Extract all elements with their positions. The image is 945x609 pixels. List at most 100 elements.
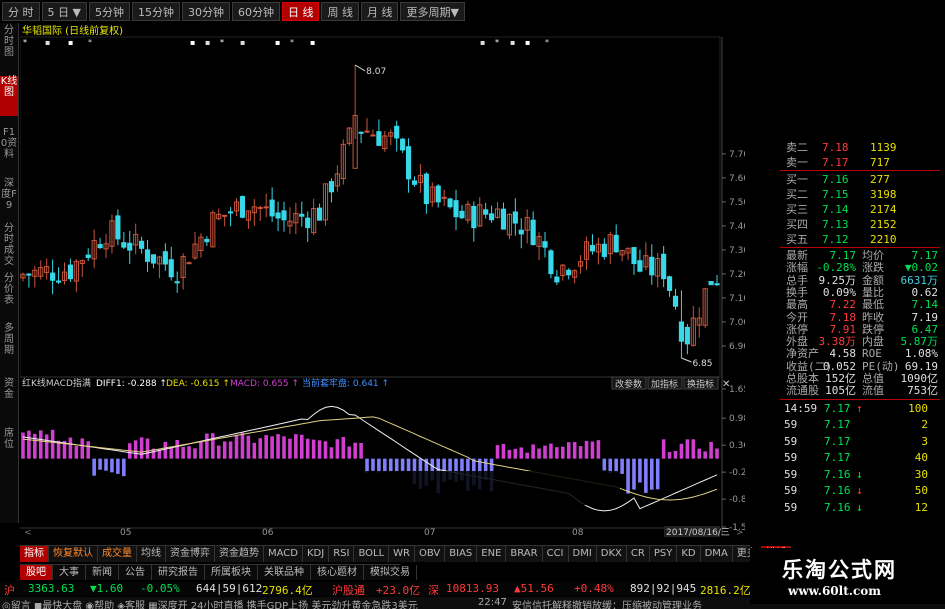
indicator-tab-6[interactable]: MACD xyxy=(264,546,303,562)
macd-bar xyxy=(596,440,601,459)
indicator-tab-19[interactable]: PSY xyxy=(650,546,678,562)
scroll-right-icon[interactable]: > xyxy=(736,528,744,538)
news-tab-8[interactable]: 模拟交易 xyxy=(364,565,417,580)
news-tab-4[interactable]: 研究报告 xyxy=(152,565,205,580)
left-tab-2[interactable]: F10资料 xyxy=(0,127,18,171)
news-tab-5[interactable]: 所属板块 xyxy=(205,565,258,580)
indicator-tab-0[interactable]: 指标 xyxy=(20,546,49,562)
stat-label: 总手 xyxy=(786,273,808,287)
macd-bar xyxy=(667,452,672,459)
ask-label: 卖二 xyxy=(786,141,808,154)
news-tab-2[interactable]: 新闻 xyxy=(86,565,119,580)
news-tab-6[interactable]: 关联品种 xyxy=(258,565,311,580)
indicator-tab-20[interactable]: KD xyxy=(677,546,701,562)
event-marker: * xyxy=(88,38,92,47)
candle-body xyxy=(150,254,157,264)
news-tab-3[interactable]: 公告 xyxy=(119,565,152,580)
left-tab-5[interactable]: 分价表 xyxy=(0,273,18,313)
event-marker: * xyxy=(23,38,27,47)
indicator-tab-7[interactable]: KDJ xyxy=(303,546,330,562)
indicator-tab-4[interactable]: 资金博弈 xyxy=(166,546,215,562)
period-button-1[interactable]: 5 日 ▼ xyxy=(41,2,87,21)
indicator-tab-5[interactable]: 资金趋势 xyxy=(215,546,264,562)
macd-bar xyxy=(193,448,197,459)
tick-time: 59 xyxy=(784,451,798,465)
sz-index-amount: 2816.2亿 xyxy=(700,584,751,597)
hgt-label[interactable]: 沪股通 xyxy=(332,582,365,598)
left-tab-1[interactable]: K线图 xyxy=(0,76,18,116)
left-tab-6[interactable]: 多周期 xyxy=(0,323,18,367)
event-marker: * xyxy=(290,38,294,47)
macd-bar xyxy=(394,458,399,471)
indicator-tab-13[interactable]: ENE xyxy=(477,546,507,562)
macd-bar xyxy=(679,443,684,459)
period-button-4[interactable]: 30分钟 xyxy=(181,2,230,21)
macd-bar xyxy=(205,433,209,459)
indicator-tab-18[interactable]: CR xyxy=(627,546,650,562)
candle-body xyxy=(411,180,418,185)
news-tab-0[interactable]: 股吧 xyxy=(20,565,53,580)
extra-label: 当前套牢盘: 0.641 ↑ xyxy=(302,377,389,389)
macd-bar xyxy=(288,438,292,459)
indicator-tab-9[interactable]: BOLL xyxy=(354,546,390,562)
indicator-tab-3[interactable]: 均线 xyxy=(137,546,166,562)
tick-arrow: ↑ xyxy=(856,401,863,415)
stat-value: 7.91 xyxy=(829,322,857,336)
news-tab-7[interactable]: 核心题材 xyxy=(311,565,364,580)
macd-bar xyxy=(584,440,589,459)
macd-bar xyxy=(74,445,79,459)
period-button-6[interactable]: 日 线 xyxy=(281,2,320,21)
indicator-tab-12[interactable]: BIAS xyxy=(445,546,478,562)
kline-macd-chart[interactable]: 华韬国际 (日线前复权) 7.70 7.60 7.50 7.40 7.30 7.20 7.1… xyxy=(19,23,753,538)
macd-bar xyxy=(632,458,636,490)
candle-body xyxy=(358,131,364,134)
indicator-tab-8[interactable]: RSI xyxy=(329,546,355,562)
status-left[interactable]: ◎留言 ◼最快大盘 ◉帮助 ◈客服 ▦深度开 24小时直播 携手GDP上扬 美元… xyxy=(2,597,418,609)
tick-time: 59 xyxy=(784,434,798,448)
stat-value: 7.18 xyxy=(829,310,857,324)
left-tab-0[interactable]: 分时图 xyxy=(0,25,18,65)
indicator-tab-16[interactable]: DMI xyxy=(569,546,597,562)
stat-value: 6.47 xyxy=(911,322,939,336)
chart-area[interactable]: 华韬国际 (日线前复权) 7.70 7.60 7.50 7.40 7.30 7.20 7.1… xyxy=(19,23,753,538)
indicator-tab-1[interactable]: 恢复默认 xyxy=(49,546,98,562)
news-tab-1[interactable]: 大事 xyxy=(53,565,86,580)
left-tab-7[interactable]: 资金 xyxy=(0,378,18,414)
period-button-3[interactable]: 15分钟 xyxy=(131,2,180,21)
period-button-5[interactable]: 60分钟 xyxy=(231,2,280,21)
bid-label: 买二 xyxy=(786,188,808,201)
candle-body xyxy=(299,213,305,217)
candle-body xyxy=(127,242,133,251)
macd-bar xyxy=(626,458,630,494)
left-tab-4[interactable]: 分时成交 xyxy=(0,223,18,267)
left-tab-3[interactable]: 深度F9 xyxy=(0,178,18,214)
period-button-0[interactable]: 分 时 xyxy=(2,2,40,21)
low-label: 6.85 xyxy=(692,359,712,369)
tick-volume: 3 xyxy=(921,434,928,448)
macd-bar xyxy=(335,439,340,459)
scroll-left-icon[interactable]: < xyxy=(24,528,32,538)
macd-bar xyxy=(359,442,363,459)
indicator-tab-2[interactable]: 成交量 xyxy=(98,546,137,562)
indicator-tab-17[interactable]: DKX xyxy=(597,546,627,562)
watermark-title: 乐淘公式网 xyxy=(782,557,897,582)
candle-body xyxy=(566,269,572,276)
left-tab-8[interactable]: 席位 xyxy=(0,428,18,464)
status-news[interactable]: 安信信托解释撤销放缓：压缩被动管理业务 xyxy=(512,597,702,609)
period-button-2[interactable]: 5分钟 xyxy=(88,2,130,21)
indicator-tab-15[interactable]: CCI xyxy=(543,546,569,562)
period-button-9[interactable]: 更多周期▼ xyxy=(400,2,465,21)
x-date-label: 2017/08/16/三 xyxy=(666,528,730,538)
indicator-tab-11[interactable]: OBV xyxy=(415,546,446,562)
period-button-7[interactable]: 周 线 xyxy=(321,2,359,21)
tick-volume: 30 xyxy=(914,467,928,481)
indicator-tab-10[interactable]: WR xyxy=(389,546,415,562)
candle-body xyxy=(263,206,269,209)
kline-ytick-label: 7.60 xyxy=(729,174,745,184)
stat-row: 最新 7.17 均价 7.17 xyxy=(780,250,940,262)
stat-row: 涨停 7.91 跌停 6.47 xyxy=(780,322,940,336)
indicator-tab-21[interactable]: DMA xyxy=(701,546,733,562)
indicator-tab-14[interactable]: BRAR xyxy=(506,546,543,562)
sz-label: 深 xyxy=(428,584,439,597)
period-button-8[interactable]: 月 线 xyxy=(360,2,399,21)
